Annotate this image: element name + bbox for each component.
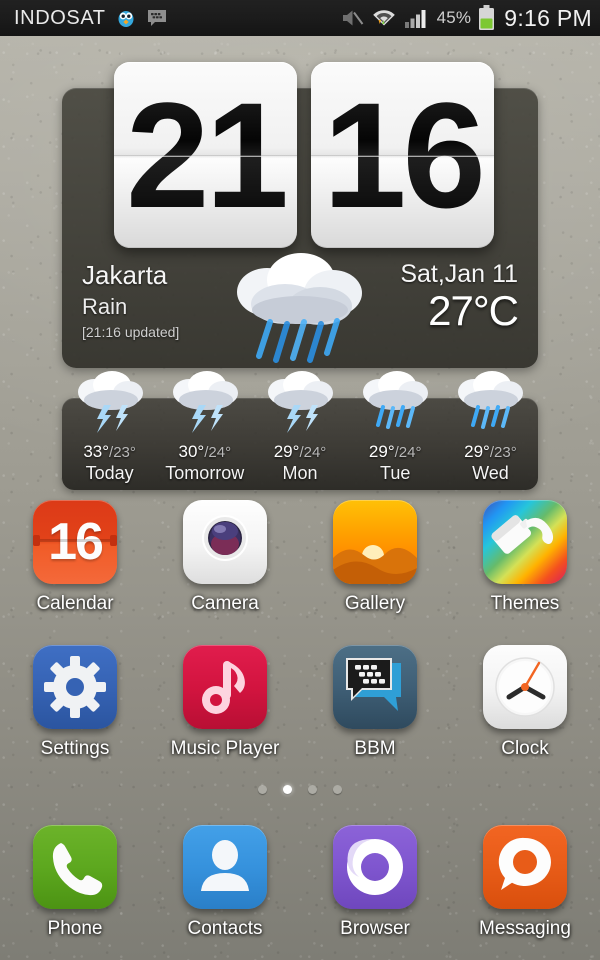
wifi-data-icon [372, 10, 395, 26]
app-label: Phone [47, 918, 103, 939]
weather-temperature: 27°C [428, 287, 519, 334]
calendar-icon: 16 [33, 500, 117, 584]
forecast-day[interactable]: 33°/23° Today [62, 371, 157, 490]
weather-date: Sat,Jan 11 [400, 260, 518, 288]
app-music-player[interactable]: Music Player [150, 645, 300, 760]
clock-weather-widget[interactable]: 21 16 Jakarta Rain [21:16 updated] Sat,J… [62, 62, 538, 368]
analog-clock-icon [483, 645, 567, 729]
battery-icon [479, 5, 495, 30]
app-label: BBM [354, 738, 396, 759]
app-browser[interactable]: Browser [300, 825, 450, 940]
browser-swirl-icon [333, 825, 417, 909]
status-bar-right: 45% 9:16 PM [340, 5, 592, 32]
app-camera[interactable]: Camera [150, 500, 300, 615]
status-bar[interactable]: INDOSAT 45% 9:16 PM [0, 0, 600, 36]
app-contacts[interactable]: Contacts [150, 825, 300, 940]
mute-icon [342, 10, 363, 26]
app-label: Contacts [187, 918, 263, 939]
forecast-temps: 30°/24° [178, 442, 232, 462]
page-dot[interactable] [333, 785, 342, 794]
app-messaging[interactable]: Messaging [450, 825, 600, 940]
weather-condition: Rain [82, 294, 128, 319]
thunderstorm-icon [77, 371, 143, 433]
music-note-icon [183, 645, 267, 729]
app-label: Messaging [479, 918, 571, 939]
app-label: Browser [340, 918, 410, 939]
weather-updated: [21:16 updated] [82, 324, 180, 340]
gallery-icon [333, 500, 417, 584]
bbm-icon [333, 645, 417, 729]
weather-date-block: Sat,Jan 11 27°C [400, 260, 519, 335]
calendar-peg-right [110, 535, 117, 547]
status-bar-time: 9:16 PM [504, 4, 592, 31]
camera-icon [183, 500, 267, 584]
rain-icon [458, 371, 524, 429]
app-clock[interactable]: Clock [450, 645, 600, 760]
app-label: Settings [40, 738, 110, 759]
app-row-1: 16 Calendar Camera Gallery Themes [0, 500, 600, 615]
themes-paintbrush-icon [483, 500, 567, 584]
app-bbm[interactable]: BBM [300, 645, 450, 760]
calendar-hinge [33, 539, 117, 543]
forecast-day[interactable]: 29°/23° Wed [443, 371, 538, 490]
carrier-label: INDOSAT [14, 6, 106, 29]
dock-row: Phone Contacts Browser Messaging [0, 825, 600, 940]
rain-cloud-icon [237, 253, 362, 363]
forecast-temps: 29°/24° [368, 442, 422, 462]
app-row-2: Settings Music Player BBM Clock [0, 645, 600, 760]
status-bar-left: INDOSAT [14, 7, 340, 30]
forecast-day[interactable]: 29°/24° Tue [348, 371, 443, 490]
app-label: Music Player [170, 738, 280, 759]
flip-card-minutes: 16 [311, 62, 494, 248]
twitter-bird-icon [118, 11, 134, 27]
signal-bars-icon [404, 10, 426, 28]
page-dot[interactable] [308, 785, 317, 794]
battery-percent-label: 45% [436, 8, 472, 27]
app-label: Clock [501, 738, 549, 759]
app-label: Gallery [344, 593, 406, 614]
thunderstorm-icon [268, 371, 333, 433]
rain-icon [363, 371, 429, 429]
flip-card-hours: 21 [114, 62, 297, 248]
forecast-label: Wed [472, 463, 509, 483]
clock-minutes: 16 [311, 62, 494, 248]
app-settings[interactable]: Settings [0, 645, 150, 760]
person-icon [183, 825, 267, 909]
forecast-temps: 29°/24° [273, 442, 327, 462]
app-themes[interactable]: Themes [450, 500, 600, 615]
forecast-temps: 33°/23° [83, 442, 136, 462]
app-label: Themes [490, 593, 560, 614]
weather-location-block: Jakarta Rain [21:16 updated] [82, 260, 179, 340]
page-indicator[interactable] [0, 785, 600, 794]
forecast-label: Today [85, 463, 134, 483]
calendar-peg-left [33, 535, 40, 547]
phone-handset-icon [33, 825, 117, 909]
page-dot[interactable] [258, 785, 267, 794]
forecast-temps: 29°/23° [464, 442, 517, 462]
flip-clock[interactable]: 21 16 [114, 62, 494, 248]
weather-city: Jakarta [82, 260, 168, 290]
forecast-label: Tue [380, 463, 411, 483]
gear-icon [33, 645, 117, 729]
bbm-notification-icon [147, 10, 166, 26]
clock-hours: 21 [114, 62, 297, 248]
page-dot-active[interactable] [283, 785, 292, 794]
forecast-day[interactable]: 30°/24° Tomorrow [157, 371, 252, 490]
app-phone[interactable]: Phone [0, 825, 150, 940]
forecast-label: Mon [282, 463, 318, 483]
app-label: Calendar [36, 593, 114, 614]
app-calendar[interactable]: 16 Calendar [0, 500, 150, 615]
forecast-day[interactable]: 29°/24° Mon [252, 371, 347, 490]
thunderstorm-icon [172, 371, 238, 433]
app-gallery[interactable]: Gallery [300, 500, 450, 615]
weather-forecast-bar[interactable]: 33°/23° Today 30°/24° Tomorrow 29°/24° M… [62, 371, 538, 490]
app-label: Camera [191, 593, 259, 614]
speech-bubble-icon [483, 825, 567, 909]
home-screen: INDOSAT 45% 9:16 PM 21 16 Jakarta Rain [… [0, 0, 600, 960]
forecast-label: Tomorrow [165, 463, 245, 483]
